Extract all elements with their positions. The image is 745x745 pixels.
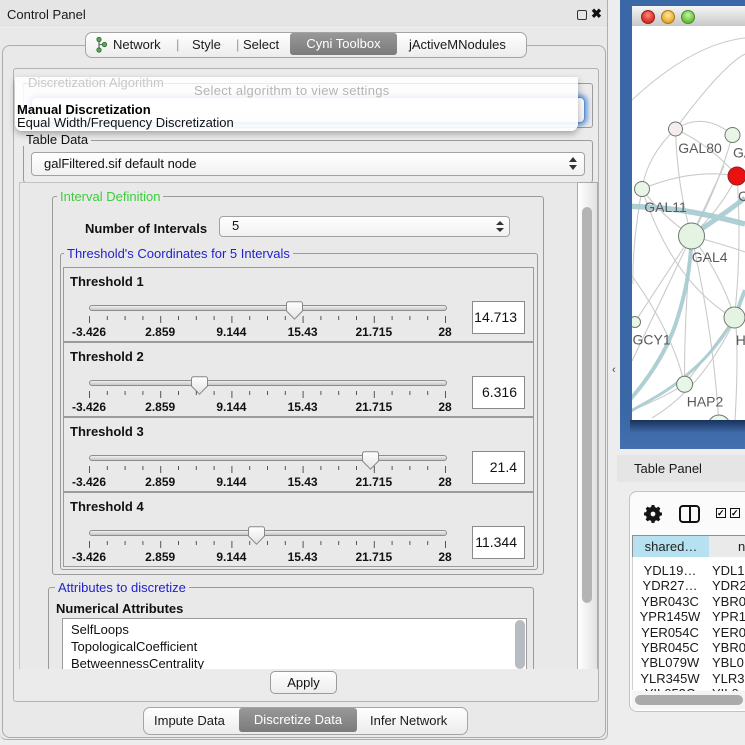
svg-text:GAL80: GAL80 (678, 140, 722, 156)
svg-text:GAL3: GAL3 (733, 145, 745, 161)
svg-text:HAP2: HAP2 (687, 394, 724, 410)
svg-text:GAL4: GAL4 (692, 249, 728, 265)
svg-text:GAL11: GAL11 (644, 199, 687, 215)
svg-text:GCY1: GCY1 (633, 332, 671, 348)
svg-text:H: H (736, 332, 745, 348)
svg-text:C: C (738, 188, 745, 204)
